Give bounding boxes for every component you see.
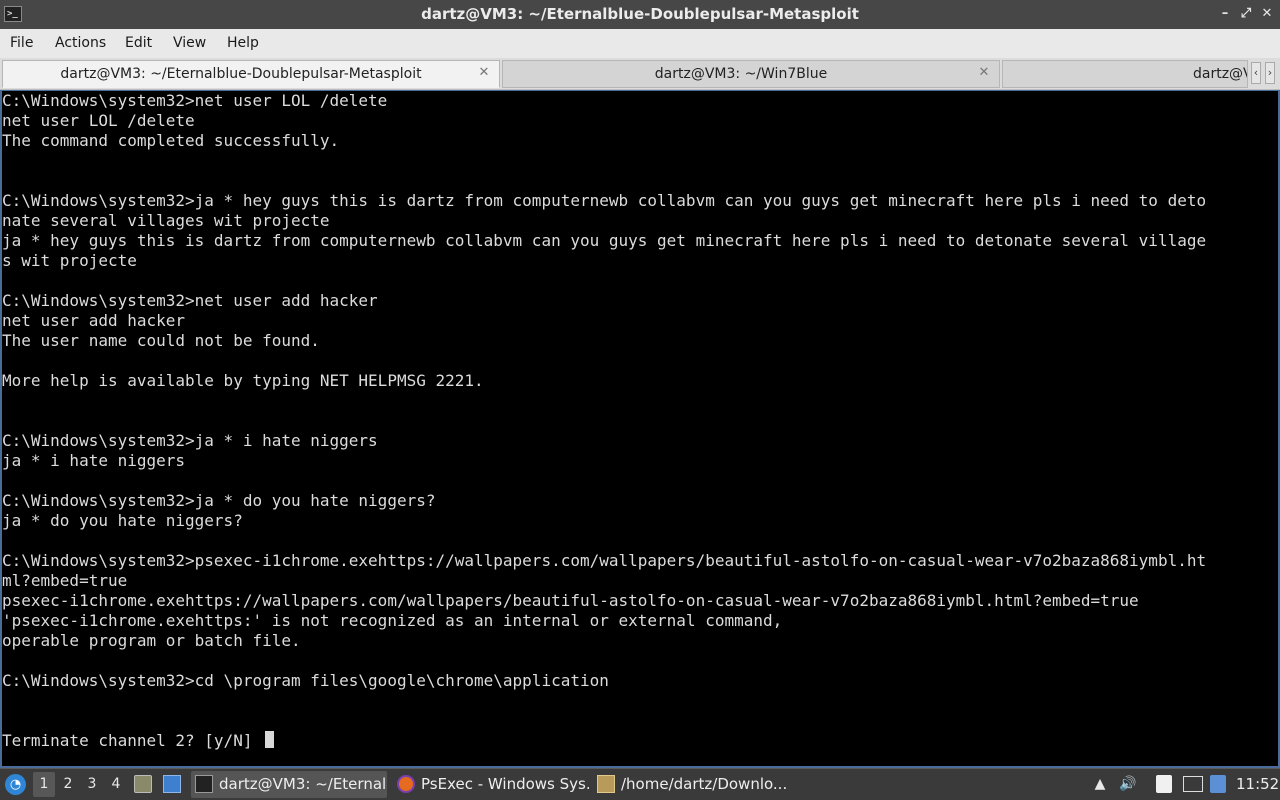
terminal-line: C:\Windows\system32>ja * hey guys this i… [2,191,1207,210]
maximize-icon[interactable]: ⤢ [1239,6,1253,22]
file-manager-icon[interactable] [134,775,152,793]
update-notifier-icon[interactable] [1210,775,1226,793]
clock[interactable]: 11:52 [1236,769,1279,800]
terminal-line: ja * do you hate niggers? [2,511,243,530]
terminal-line: ja * hey guys this is dartz from compute… [2,231,1207,250]
show-desktop-icon[interactable] [163,775,181,793]
menu-view[interactable]: View [173,29,206,58]
terminal-line: The command completed successfully. [2,131,340,150]
task-archive[interactable]: /home/dartz/Downlo... [593,771,789,798]
close-icon[interactable]: ✕ [1260,6,1274,22]
tab-scroll-left-icon[interactable]: ‹ [1251,62,1261,84]
terminal-line: C:\Windows\system32>ja * do you hate nig… [2,491,436,510]
tab-eternalblue[interactable]: dartz@VM3: ~/Eternalblue-Doublepulsar-Me… [2,60,500,88]
tab-label: dartz@VM3: ~/Eternalblue-Doublepulsar-Me… [60,66,422,82]
menu-actions[interactable]: Actions [55,29,106,58]
terminal-line: psexec-i1chrome.exehttps://wallpapers.co… [2,591,1139,610]
task-label: PsExec - Windows Sys... [421,775,589,793]
terminal-output[interactable]: C:\Windows\system32>net user LOL /delete… [0,90,1280,768]
tab-close-icon[interactable]: ✕ [477,66,491,80]
minimize-icon[interactable]: – [1218,6,1232,22]
workspace-4[interactable]: 4 [105,772,127,797]
terminal-line: C:\Windows\system32>ja * i hate niggers [2,431,378,450]
tab-label: dartz@VM3: ~/Win7Blue [654,66,828,82]
tab-win7blue[interactable]: dartz@VM3: ~/Win7Blue ✕ [502,60,1000,88]
terminal-line: nate several villages wit projecte [2,211,330,230]
menu-edit[interactable]: Edit [125,29,152,58]
archive-icon [597,775,615,793]
firefox-icon [397,775,415,793]
text-cursor [265,731,275,748]
tab-third[interactable]: dartz@V [1002,60,1248,88]
workspace-2[interactable]: 2 [57,772,79,797]
taskbar: ◔ 1 2 3 4 dartz@VM3: ~/Eternal... PsExec… [0,768,1280,800]
terminal-line: C:\Windows\system32>psexec-i1chrome.exeh… [2,551,1207,570]
task-terminal[interactable]: dartz@VM3: ~/Eternal... [191,771,387,798]
volume-icon[interactable]: 🔊 [1119,775,1137,793]
terminal-line: ja * i hate niggers [2,451,186,470]
workspace-3[interactable]: 3 [81,772,103,797]
tab-bar: dartz@VM3: ~/Eternalblue-Doublepulsar-Me… [0,58,1280,90]
task-label: /home/dartz/Downlo... [621,775,788,793]
tab-close-icon[interactable]: ✕ [977,66,991,80]
clipboard-icon[interactable] [1156,775,1172,793]
terminal-line: ml?embed=true [2,571,128,590]
workspace-1[interactable]: 1 [33,772,55,797]
terminal-prompt-line[interactable]: Terminate channel 2? [y/N] [2,731,1278,751]
menu-bar: File Actions Edit View Help [0,29,1280,58]
terminal-icon [195,775,213,793]
menu-file[interactable]: File [10,29,33,58]
terminal-line: s wit projecte [2,251,137,270]
terminal-prompt-text: Terminate channel 2? [y/N] [2,731,263,750]
terminal-line: 'psexec-i1chrome.exehttps:' is not recog… [2,611,783,630]
window-titlebar[interactable]: >_ dartz@VM3: ~/Eternalblue-Doublepulsar… [0,0,1280,29]
menu-help[interactable]: Help [227,29,259,58]
task-label: dartz@VM3: ~/Eternal... [219,775,387,793]
task-firefox[interactable]: PsExec - Windows Sys... [393,771,589,798]
tab-scroll-right-icon[interactable]: › [1265,62,1275,84]
start-menu-icon[interactable]: ◔ [5,774,26,795]
terminal-line: operable program or batch file. [2,631,301,650]
terminal-line: C:\Windows\system32>cd \program files\go… [2,671,609,690]
terminal-line: C:\Windows\system32>net user add hacker [2,291,378,310]
terminal-line: net user LOL /delete [2,111,195,130]
terminal-line: The user name could not be found. [2,331,320,350]
terminal-line: More help is available by typing NET HEL… [2,371,484,390]
network-icon[interactable] [1183,776,1203,792]
window-title: dartz@VM3: ~/Eternalblue-Doublepulsar-Me… [421,5,859,23]
terminal-line: net user add hacker [2,311,186,330]
tab-label: dartz@V [1193,66,1248,82]
tray-up-icon[interactable]: ▲ [1091,775,1109,793]
terminal-line: C:\Windows\system32>net user LOL /delete [2,91,388,110]
